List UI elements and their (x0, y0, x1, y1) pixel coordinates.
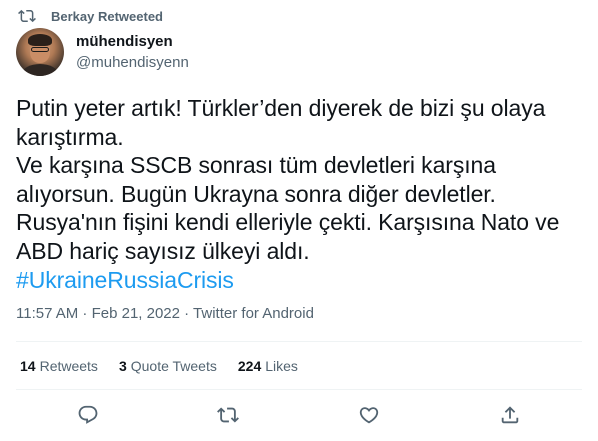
user-handle[interactable]: @muhendisyenn (76, 54, 189, 71)
tweet-line: Rusya'nın fişini kendi elleriyle çekti. … (16, 209, 560, 264)
user-display-name[interactable]: mühendisyen (76, 33, 173, 50)
action-bar (0, 404, 598, 428)
tweet-text: Putin yeter artık! Türkler’den diyerek d… (16, 94, 582, 294)
quote-tweets-label: Quote Tweets (130, 358, 217, 374)
likes-stat[interactable]: 224 Likes (238, 358, 298, 374)
retweets-count: 14 (20, 358, 36, 374)
tweet-meta[interactable]: 11:57 AM · Feb 21, 2022 · Twitter for An… (16, 305, 314, 322)
divider (16, 341, 582, 342)
reply-icon[interactable] (77, 404, 101, 428)
quote-tweets-count: 3 (118, 358, 127, 374)
retweet-icon (18, 7, 36, 25)
retweets-stat[interactable]: 14 Retweets (20, 358, 98, 374)
tweet-line: Ve karşına SSCB sonrası tüm devletleri k… (16, 152, 496, 207)
tweet-stats: 14 Retweets 3 Quote Tweets 224 Likes (20, 358, 319, 374)
retweet-header-text[interactable]: Berkay Retweeted (51, 9, 163, 24)
likes-label: Likes (265, 358, 298, 374)
retweet-icon[interactable] (217, 404, 241, 428)
retweet-header: Berkay Retweeted (18, 7, 163, 25)
retweets-label: Retweets (39, 358, 98, 374)
tweet-line: Putin yeter artık! Türkler’den diyerek d… (16, 95, 546, 150)
hashtag-link[interactable]: #UkraineRussiaCrisis (16, 267, 234, 293)
divider (16, 389, 582, 390)
avatar[interactable] (16, 28, 64, 76)
quote-tweets-stat[interactable]: 3 Quote Tweets (119, 358, 217, 374)
like-icon[interactable] (358, 404, 382, 428)
share-icon[interactable] (499, 404, 523, 428)
likes-count: 224 (237, 358, 262, 374)
